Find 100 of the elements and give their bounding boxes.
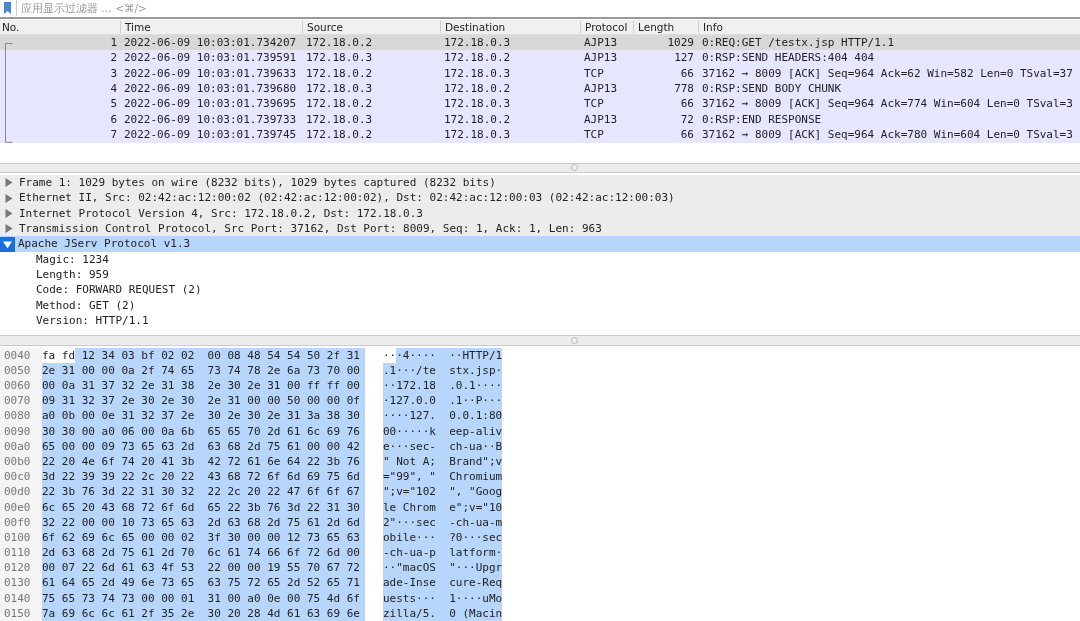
hex-bytes[interactable]: 00 07 22 6d 61 63 4f 53 22 00 00 19 55 70 67 72 bbox=[42, 560, 365, 576]
tree-field-label[interactable]: Code: FORWARD REQUEST (2) bbox=[36, 282, 202, 298]
protocol-cell-text: AJP13 bbox=[583, 111, 619, 128]
ascii-bytes[interactable]: ··"macOS "···Upgr bbox=[383, 560, 503, 576]
hex-bytes[interactable]: 3d 22 39 39 22 2c 20 22 43 68 72 6f 6d 69 75 6d bbox=[42, 469, 365, 485]
ascii-bytes[interactable]: ade-Inse cure-Req bbox=[383, 575, 503, 591]
tree-field-label[interactable]: Length: 959 bbox=[36, 266, 109, 283]
splitter-handle[interactable] bbox=[570, 164, 578, 172]
ascii-bytes[interactable]: ="99", " Chromium bbox=[383, 469, 503, 485]
column-header[interactable]: Time bbox=[120, 20, 302, 33]
byte-offset: 0130 bbox=[4, 575, 32, 591]
length-cell-text: 778 bbox=[673, 81, 695, 97]
number-cell-text: 4 bbox=[109, 81, 118, 97]
byte-offset: 0080 bbox=[4, 408, 32, 424]
column-header[interactable]: Info bbox=[698, 20, 1080, 33]
destination-cell-text: 172.18.0.3 bbox=[443, 127, 512, 143]
splitter-handle[interactable] bbox=[570, 336, 578, 344]
hex-bytes[interactable]: 12 34 03 bf 02 02 00 08 48 54 54 50 2f 31 bbox=[75, 347, 365, 363]
number-cell-text: 1 bbox=[109, 34, 118, 51]
time-cell-text: 2022-06-09 10:03:01.734207 bbox=[123, 34, 298, 51]
length-cell-text: 127 bbox=[673, 50, 695, 66]
ascii-bytes[interactable]: -ch-ua-p latform· bbox=[383, 545, 503, 561]
protocol-cell-text: TCP bbox=[583, 65, 605, 82]
source-cell-text: 172.18.0.2 bbox=[305, 96, 374, 112]
column-header[interactable]: Protocol bbox=[580, 20, 633, 33]
byte-offset: 0140 bbox=[4, 590, 32, 606]
destination-cell-text: 172.18.0.2 bbox=[443, 111, 512, 128]
ascii-bytes[interactable]: ·4···· ··HTTP/1 bbox=[396, 347, 503, 363]
length-cell-text: 72 bbox=[679, 111, 695, 128]
byte-offset: 0050 bbox=[4, 362, 32, 378]
hex-bytes[interactable]: 61 64 65 2d 49 6e 73 65 63 75 72 65 2d 52 65 71 bbox=[42, 575, 365, 591]
protocol-tree-item[interactable]: Frame 1: 1029 bytes on wire (8232 bits), 1029 bytes captured (8232 bits) bbox=[0, 175, 1080, 191]
byte-offset: 0090 bbox=[4, 423, 32, 439]
packet-row[interactable]: 5 2022-06-09 10:03:01.739695 172.18.0.2 172.18.0.3 TCP 66 37162 → 8009 [ACK] Seq=964 Ack=774 Win=604 Len=0 TSval=3 bbox=[0, 96, 1080, 112]
source-cell-text: 172.18.0.2 bbox=[305, 34, 374, 51]
length-cell-text: 66 bbox=[679, 96, 695, 112]
info-cell-text: 0:RSP:SEND HEADERS:404 404 bbox=[701, 50, 876, 66]
byte-offset: 0040 bbox=[4, 347, 32, 363]
packet-row[interactable]: 4 2022-06-09 10:03:01.739680 172.18.0.3 172.18.0.2 AJP13 778 0:RSP:SEND BODY CHUNK bbox=[0, 81, 1080, 97]
column-header[interactable]: No. bbox=[0, 20, 120, 33]
info-cell-text: 0:REQ:GET /testx.jsp HTTP/1.1 bbox=[701, 34, 896, 51]
protocol-tree-item[interactable]: Transmission Control Protocol, Src Port: 37162, Dst Port: 8009, Seq: 1, Ack: 1, Len: 963 bbox=[0, 221, 1080, 237]
hex-bytes[interactable]: a0 0b 00 0e 31 32 37 2e 30 2e 30 2e 31 3a 38 30 bbox=[42, 408, 365, 424]
protocol-tree-item[interactable]: Ethernet II, Src: 02:42:ac:12:00:02 (02:42:ac:12:00:02), Dst: 02:42:ac:12:00:03 (02:42:ac:12:00:03) bbox=[0, 190, 1080, 206]
destination-cell-text: 172.18.0.3 bbox=[443, 34, 512, 51]
packet-row[interactable]: 2 2022-06-09 10:03:01.739591 172.18.0.3 172.18.0.2 AJP13 127 0:RSP:SEND HEADERS:404 404 bbox=[0, 50, 1080, 66]
protocol-cell-text: AJP13 bbox=[583, 34, 619, 51]
protocol-cell-text: TCP bbox=[583, 96, 605, 112]
tree-item-label: Ethernet II, Src: 02:42:ac:12:00:02 (02:42:ac:12:00:02), Dst: 02:42:ac:12:00:03 (02:42:ac:12:00:03) bbox=[19, 190, 675, 206]
source-cell-text: 172.18.0.2 bbox=[305, 65, 374, 82]
number-cell-text: 7 bbox=[109, 127, 118, 143]
tree-item-label: Apache JServ Protocol v1.3 bbox=[18, 236, 191, 252]
bookmark-icon[interactable] bbox=[4, 2, 11, 15]
byte-offset: 00a0 bbox=[4, 438, 32, 454]
ascii-bytes[interactable]: ·127.0.0 .1··P··· bbox=[383, 393, 503, 409]
number-cell-text: 5 bbox=[109, 96, 118, 112]
info-cell-text: 37162 → 8009 [ACK] Seq=964 Ack=780 Win=604 Len=0 TSval=3 bbox=[701, 127, 1074, 143]
source-cell-text: 172.18.0.3 bbox=[305, 111, 374, 128]
protocol-cell-text: TCP bbox=[583, 127, 605, 143]
protocol-tree-item[interactable]: Apache JServ Protocol v1.3 bbox=[0, 236, 1080, 252]
time-cell-text: 2022-06-09 10:03:01.739733 bbox=[123, 111, 298, 128]
tree-field-label[interactable]: Version: HTTP/1.1 bbox=[36, 312, 149, 329]
time-cell-text: 2022-06-09 10:03:01.739633 bbox=[123, 65, 298, 82]
tree-field-label[interactable]: Magic: 1234 bbox=[36, 251, 109, 267]
hex-bytes[interactable]: 00 0a 31 37 32 2e 31 38 2e 30 2e 31 00 ff ff 00 bbox=[42, 378, 365, 394]
packet-row[interactable]: 7 2022-06-09 10:03:01.739745 172.18.0.2 172.18.0.3 TCP 66 37162 → 8009 [ACK] Seq=964 Ack=780 Win=604 Len=0 TSval=3 bbox=[0, 127, 1080, 143]
tree-item-label: Transmission Control Protocol, Src Port: 37162, Dst Port: 8009, Seq: 1, Ack: 1, Len: 963 bbox=[19, 221, 602, 237]
ascii-bytes[interactable]: ";v="102 ", "Goog bbox=[383, 484, 503, 500]
ascii-bytes[interactable]: ····127. 0.0.1:80 bbox=[383, 408, 503, 424]
byte-offset: 0110 bbox=[4, 545, 32, 561]
hex-bytes[interactable]: fa fd bbox=[42, 347, 76, 363]
hex-bytes[interactable]: 2d 63 68 2d 75 61 2d 70 6c 61 74 66 6f 72 6d 00 bbox=[42, 545, 365, 561]
destination-cell-text: 172.18.0.2 bbox=[443, 50, 512, 66]
hex-bytes[interactable]: 09 31 32 37 2e 30 2e 30 2e 31 00 00 50 00 00 0f bbox=[42, 393, 365, 409]
number-cell-text: 2 bbox=[109, 50, 118, 66]
hex-bytes[interactable]: 22 3b 76 3d 22 31 30 32 22 2c 20 22 47 6f 6f 67 bbox=[42, 484, 365, 500]
number-cell-text: 6 bbox=[109, 111, 118, 128]
time-cell-text: 2022-06-09 10:03:01.739695 bbox=[123, 96, 298, 112]
time-cell-text: 2022-06-09 10:03:01.739591 bbox=[123, 50, 298, 66]
tree-field-label[interactable]: Method: GET (2) bbox=[36, 297, 136, 313]
ascii-bytes[interactable]: ··172.18 .0.1···· bbox=[383, 378, 503, 394]
ascii-bytes[interactable]: ·· bbox=[383, 347, 397, 363]
info-cell-text: 37162 → 8009 [ACK] Seq=964 Ack=774 Win=604 Len=0 TSval=3 bbox=[701, 96, 1074, 112]
destination-cell-text: 172.18.0.2 bbox=[443, 81, 512, 97]
time-cell-text: 2022-06-09 10:03:01.739745 bbox=[123, 127, 298, 143]
byte-offset: 00d0 bbox=[4, 484, 32, 500]
byte-offset: 00b0 bbox=[4, 453, 32, 470]
column-header[interactable]: Source bbox=[302, 20, 440, 33]
column-header[interactable]: Length bbox=[633, 20, 698, 33]
collapse-icon[interactable] bbox=[0, 236, 15, 252]
column-header[interactable]: Destination bbox=[440, 20, 580, 33]
number-cell-text: 3 bbox=[109, 65, 118, 82]
tree-item-label: Internet Protocol Version 4, Src: 172.18.0.2, Dst: 172.18.0.3 bbox=[19, 205, 423, 222]
length-cell-text: 66 bbox=[679, 65, 695, 82]
info-cell-text: 0:RSP:END RESPONSE bbox=[701, 111, 823, 128]
tree-item-label: Frame 1: 1029 bytes on wire (8232 bits), 1029 bytes captured (8232 bits) bbox=[19, 175, 496, 191]
protocol-cell-text: AJP13 bbox=[583, 81, 619, 97]
length-cell-text: 1029 bbox=[666, 34, 695, 51]
byte-offset: 00f0 bbox=[4, 514, 32, 530]
protocol-cell-text: AJP13 bbox=[583, 50, 619, 66]
